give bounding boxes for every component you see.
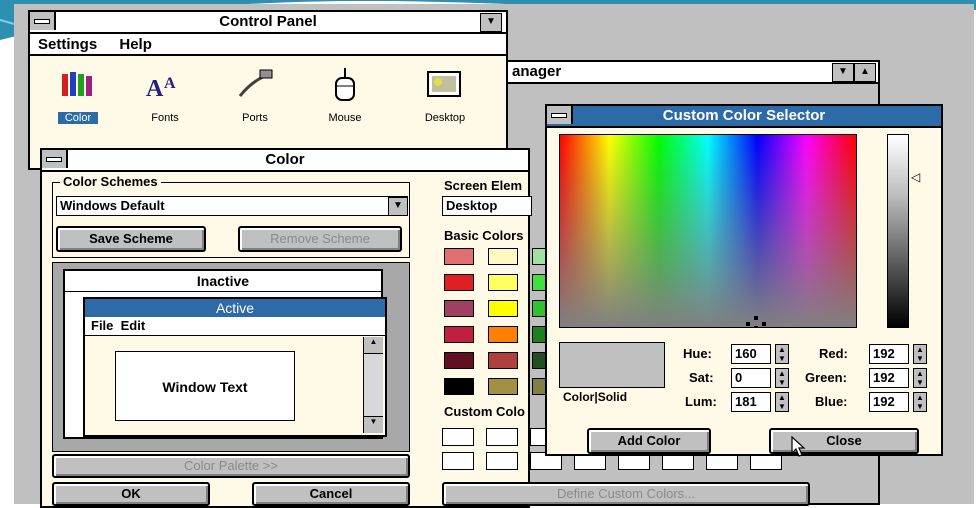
basic-color-swatch[interactable] xyxy=(444,378,474,395)
system-menu-button[interactable] xyxy=(42,150,68,168)
screen-element-select[interactable]: Desktop xyxy=(442,196,532,216)
icon-ports[interactable]: Ports xyxy=(220,68,290,128)
basic-color-swatch[interactable] xyxy=(444,300,474,317)
manager-title: anager xyxy=(512,63,562,80)
preview-scrollbar[interactable]: ▲ ▼ xyxy=(363,337,383,433)
custom-color-swatch[interactable] xyxy=(486,428,518,446)
fonts-icon: A A xyxy=(146,75,176,102)
green-stepper[interactable]: ▲ ▼ xyxy=(913,368,927,388)
custom-color-swatch[interactable] xyxy=(442,452,474,470)
menu-bar: Settings Help xyxy=(30,34,506,56)
basic-color-swatch[interactable] xyxy=(444,274,474,291)
lum-field[interactable]: 181 xyxy=(731,392,771,412)
ok-button[interactable]: OK xyxy=(52,482,210,506)
minimize-button[interactable]: ▼ xyxy=(480,13,502,32)
icon-label: Desktop xyxy=(424,112,466,124)
basic-color-swatch[interactable] xyxy=(488,326,518,343)
red-label: Red: xyxy=(819,346,848,361)
mouse-icon xyxy=(335,68,355,101)
hue-field[interactable]: 160 xyxy=(731,344,771,364)
red-field[interactable]: 192 xyxy=(869,344,909,364)
basic-color-swatch[interactable] xyxy=(488,300,518,317)
svg-text:A: A xyxy=(164,75,176,92)
sat-stepper[interactable]: ▲ ▼ xyxy=(775,368,789,388)
icon-label: Color xyxy=(58,112,98,124)
blue-stepper[interactable]: ▲ ▼ xyxy=(913,392,927,412)
custom-color-swatch[interactable] xyxy=(442,428,474,446)
color-schemes-label: Color Schemes xyxy=(60,174,161,189)
color-preview-swatch xyxy=(559,342,665,388)
color-dialog: Color Color Schemes Windows Default ▼ Sa… xyxy=(40,148,810,508)
color-dialog-titlebar[interactable]: Color xyxy=(42,150,528,172)
luminance-slider-icon[interactable]: ◁ xyxy=(911,170,920,184)
control-panel-title: Control Panel xyxy=(219,13,317,30)
add-color-button[interactable]: Add Color xyxy=(587,428,711,454)
minimize-button[interactable]: ▼ xyxy=(832,63,854,82)
custom-colors-label: Custom Colo xyxy=(444,404,525,419)
icon-label: Mouse xyxy=(328,112,362,124)
basic-color-swatch[interactable] xyxy=(488,248,518,265)
green-label: Green: xyxy=(805,370,847,385)
define-custom-colors-button[interactable]: Define Custom Colors... xyxy=(442,482,810,506)
scheme-preview: Inactive Active File Edit Window Text ▲ … xyxy=(52,262,410,452)
color-palette-button[interactable]: Color Palette >> xyxy=(52,454,410,478)
control-panel-titlebar[interactable]: Control Panel xyxy=(30,12,506,34)
icon-color[interactable]: Color xyxy=(50,68,110,128)
basic-color-swatch[interactable] xyxy=(444,248,474,265)
icon-label: Ports xyxy=(242,112,268,124)
red-stepper[interactable]: ▲ ▼ xyxy=(913,344,927,364)
icon-mouse[interactable]: Mouse xyxy=(310,68,380,128)
sat-label: Sat: xyxy=(689,370,714,385)
basic-color-swatch[interactable] xyxy=(444,352,474,369)
menu-settings[interactable]: Settings xyxy=(38,36,97,53)
color-dialog-title: Color xyxy=(265,151,305,168)
custom-color-swatch[interactable] xyxy=(486,452,518,470)
icon-desktop[interactable]: Desktop xyxy=(400,68,490,128)
blue-label: Blue: xyxy=(815,394,848,409)
window-text: Window Text xyxy=(162,379,248,395)
color-solid-label: Color|Solid xyxy=(563,390,628,404)
hue-stepper[interactable]: ▲ ▼ xyxy=(775,344,789,364)
custom-color-selector: Custom Color Selector ◁ Color|Solid Hue:… xyxy=(545,104,943,457)
hue-label: Hue: xyxy=(683,346,712,361)
preview-menu: File Edit xyxy=(85,317,385,336)
green-field[interactable]: 192 xyxy=(869,368,909,388)
svg-text:A: A xyxy=(146,76,164,102)
basic-color-swatch[interactable] xyxy=(488,352,518,369)
basic-color-swatch[interactable] xyxy=(488,274,518,291)
maximize-button[interactable]: ▲ xyxy=(854,63,876,82)
custom-color-selector-title: Custom Color Selector xyxy=(662,107,826,124)
inactive-title: Inactive xyxy=(65,271,381,292)
lum-label: Lum: xyxy=(685,394,717,409)
blue-field[interactable]: 192 xyxy=(869,392,909,412)
spectrum-crosshair-icon xyxy=(746,316,766,328)
sat-field[interactable]: 0 xyxy=(731,368,771,388)
icon-fonts[interactable]: A A Fonts xyxy=(130,68,200,128)
mouse-cursor-icon xyxy=(791,436,806,457)
basic-colors-label: Basic Colors xyxy=(444,228,524,243)
control-panel-window: Control Panel ▼ Settings Help Color A A … xyxy=(28,10,508,170)
system-menu-button[interactable] xyxy=(30,12,56,30)
desktop-icon xyxy=(427,71,461,97)
cancel-button[interactable]: Cancel xyxy=(252,482,410,506)
active-title: Active xyxy=(85,299,385,317)
basic-color-swatch[interactable] xyxy=(488,378,518,395)
color-scheme-select[interactable]: Windows Default xyxy=(56,196,408,216)
color-spectrum[interactable] xyxy=(559,134,857,328)
active-window: Active File Edit Window Text ▲ ▼ xyxy=(83,297,387,437)
system-menu-button[interactable] xyxy=(547,106,573,124)
menu-help[interactable]: Help xyxy=(119,36,152,53)
custom-color-selector-titlebar[interactable]: Custom Color Selector xyxy=(547,106,941,128)
save-scheme-button[interactable]: Save Scheme xyxy=(56,226,206,252)
basic-color-swatch[interactable] xyxy=(444,326,474,343)
icon-label: Fonts xyxy=(151,112,179,124)
window-text-box: Window Text xyxy=(115,351,295,421)
ports-icon xyxy=(238,69,273,97)
chevron-down-icon[interactable]: ▼ xyxy=(388,197,408,216)
lum-stepper[interactable]: ▲ ▼ xyxy=(775,392,789,412)
screen-element-label: Screen Elem xyxy=(444,178,523,193)
color-icon xyxy=(62,72,92,96)
luminance-bar[interactable] xyxy=(887,134,909,328)
remove-scheme-button[interactable]: Remove Scheme xyxy=(238,226,402,252)
